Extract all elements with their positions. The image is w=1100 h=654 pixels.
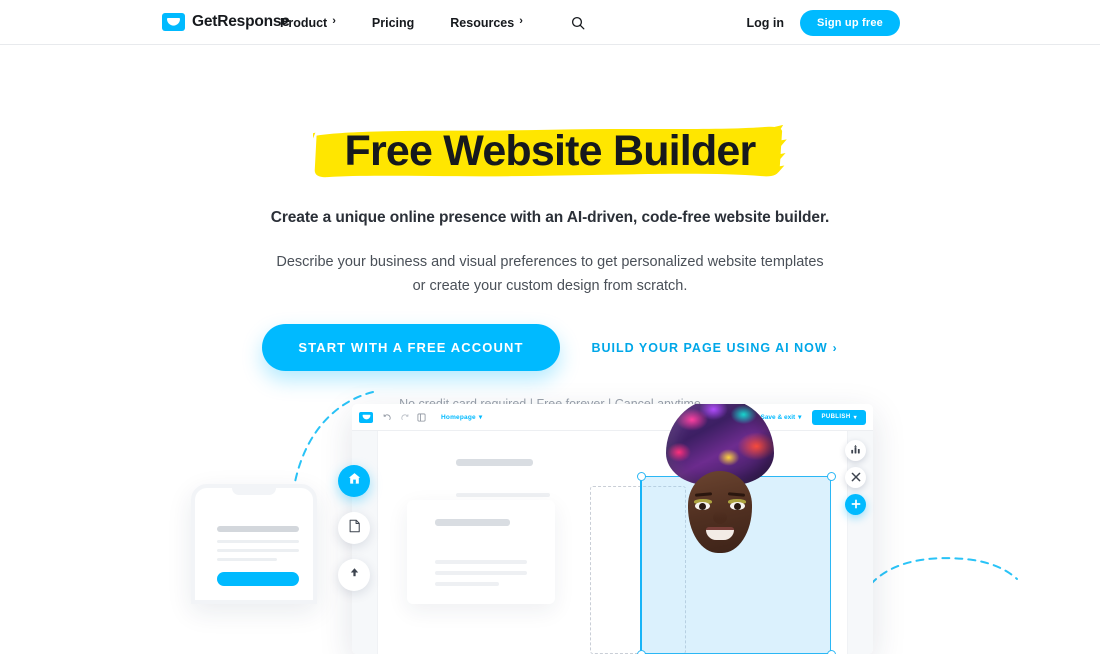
build-page-with-ai-label: BUILD YOUR PAGE USING AI NOW: [591, 340, 828, 355]
chevron-right-icon: ›: [519, 15, 523, 27]
nav-item-label: Pricing: [371, 15, 415, 30]
undo-icon[interactable]: [381, 411, 394, 424]
search-icon[interactable]: [567, 12, 589, 34]
floating-button-close[interactable]: [845, 467, 866, 488]
eyebrow-right: [727, 492, 746, 497]
canvas-panel-mockup: [407, 500, 555, 604]
panel-text-placeholder: [435, 571, 527, 575]
phone-cta-placeholder: [217, 572, 299, 586]
publish-button[interactable]: PUBLISH ▾: [812, 409, 866, 425]
canvas-heading-placeholder: [456, 459, 533, 466]
brand-name: GetResponse: [192, 13, 290, 30]
nav-item-pricing[interactable]: Pricing: [372, 16, 432, 30]
selection-handle-top-left[interactable]: [637, 472, 646, 481]
nav-item-label: Product: [280, 15, 328, 30]
phone-text-placeholder: [217, 549, 299, 552]
eye-left: [695, 502, 710, 510]
eye-right: [730, 502, 745, 510]
smile-graphic: [706, 527, 734, 540]
page-selector[interactable]: Homepage ▾: [441, 413, 483, 422]
chevron-down-icon: ▾: [853, 414, 857, 421]
build-page-with-ai-link[interactable]: BUILD YOUR PAGE USING AI NOW ›: [592, 341, 838, 355]
plus-icon: [851, 496, 861, 514]
publish-label: PUBLISH: [821, 414, 851, 420]
floating-button-add[interactable]: [845, 494, 866, 515]
editor-right-rail: [847, 431, 873, 654]
home-icon: [347, 471, 362, 491]
chevron-right-icon: ›: [332, 15, 336, 27]
rail-button-pages[interactable]: [338, 512, 370, 544]
page-title: Free Website Builder: [344, 127, 757, 175]
panel-text-placeholder: [435, 560, 527, 564]
header-actions: Log in Sign up free: [747, 0, 1100, 45]
selection-handle-top-right[interactable]: [827, 472, 836, 481]
close-icon: [851, 469, 861, 487]
nose-graphic: [713, 511, 727, 524]
canvas-text-placeholder: [456, 493, 550, 497]
eyebrow-left: [694, 492, 713, 497]
selection-handle-bottom-left[interactable]: [637, 650, 646, 654]
phone-mockup: [191, 484, 317, 604]
redo-icon[interactable]: [398, 411, 411, 424]
site-header: GetResponse Product › Pricing Resources …: [0, 0, 1100, 45]
chevron-right-icon: ›: [832, 340, 838, 355]
portrait-image[interactable]: [666, 404, 778, 599]
panel-heading-placeholder: [435, 519, 510, 526]
chevron-down-icon: ▾: [478, 414, 483, 421]
main-navigation: Product › Pricing Resources ›: [280, 0, 589, 45]
nav-item-resources[interactable]: Resources ›: [450, 16, 541, 30]
start-free-account-button[interactable]: START WITH A FREE ACCOUNT: [262, 324, 560, 371]
chevron-down-icon: ▾: [798, 414, 802, 421]
hero-cta-group: START WITH A FREE ACCOUNT BUILD YOUR PAG…: [0, 324, 1100, 371]
page-icon: [348, 519, 361, 538]
phone-heading-placeholder: [217, 526, 299, 532]
phone-notch: [232, 488, 276, 495]
hero-description-line-2: or create your custom design from scratc…: [412, 278, 688, 294]
signup-button[interactable]: Sign up free: [800, 9, 900, 36]
hero-title-container: Free Website Builder: [312, 122, 787, 180]
stats-icon: [850, 442, 861, 460]
hero-section: Free Website Builder Create a unique onl…: [0, 45, 1100, 411]
selection-edge-line: [640, 476, 642, 654]
login-link[interactable]: Log in: [747, 16, 785, 30]
upload-icon: [348, 566, 361, 584]
hero-description: Describe your business and visual prefer…: [0, 250, 1100, 298]
hero-description-line-1: Describe your business and visual prefer…: [276, 254, 824, 270]
face-graphic: [688, 471, 752, 553]
floating-button-stats[interactable]: [845, 440, 866, 461]
decorative-arc-right: [870, 557, 1018, 585]
panel-text-placeholder: [435, 582, 499, 586]
nav-item-product[interactable]: Product ›: [280, 16, 354, 30]
editor-toolbar: Homepage ▾ Preview mode Save & exit ▾ PU…: [352, 404, 873, 431]
envelope-icon: [162, 13, 185, 31]
layout-icon[interactable]: [415, 411, 428, 424]
nav-item-label: Resources: [450, 15, 515, 30]
rail-button-home[interactable]: [338, 465, 370, 497]
phone-text-placeholder: [217, 540, 299, 543]
rail-button-upload[interactable]: [338, 559, 370, 591]
selection-handle-bottom-right[interactable]: [827, 650, 836, 654]
page-selector-label: Homepage: [441, 413, 476, 421]
phone-text-placeholder: [217, 558, 277, 561]
hero-subtitle: Create a unique online presence with an …: [270, 209, 830, 226]
envelope-icon: [359, 411, 373, 423]
brand-logo[interactable]: GetResponse: [162, 13, 290, 31]
